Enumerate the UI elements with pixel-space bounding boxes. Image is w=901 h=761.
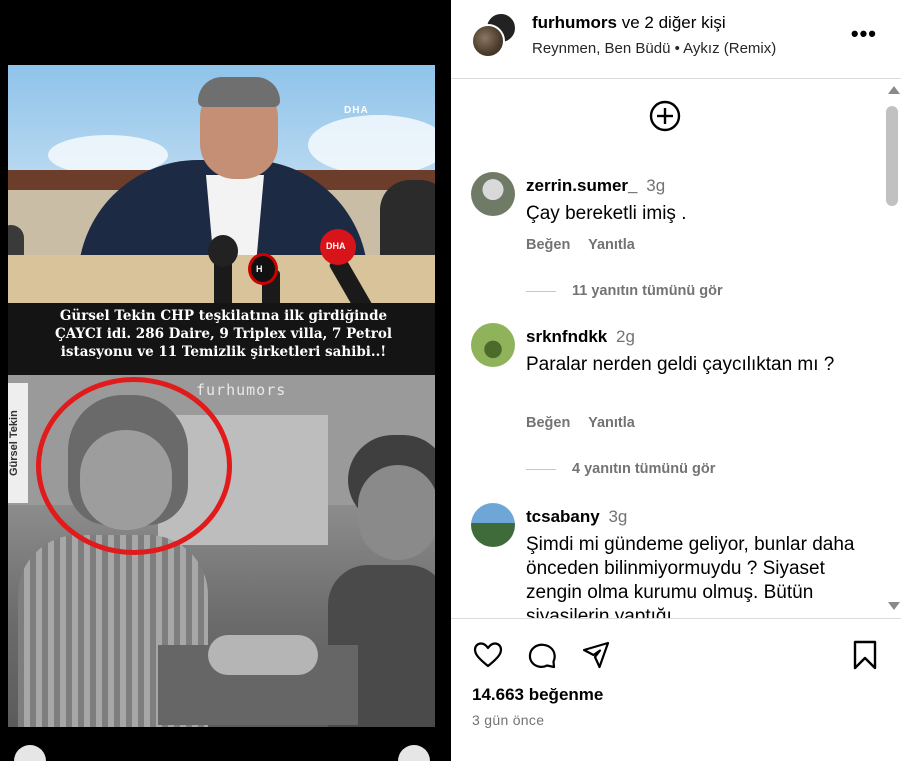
author-line: furhumors ve 2 diğer kişi xyxy=(532,13,726,33)
view-replies-button[interactable]: 4 yanıtın tümünü gör xyxy=(526,461,715,477)
carousel-prev-button[interactable] xyxy=(14,745,46,761)
caption-line: ÇAYCI idi. 286 Daire, 9 Triplex villa, 7… xyxy=(55,326,392,342)
bookmark-icon[interactable] xyxy=(849,639,881,671)
share-icon[interactable] xyxy=(580,639,612,671)
view-replies-label: 11 yanıtın tümünü gör xyxy=(572,283,723,299)
comments-scrollbar[interactable] xyxy=(883,80,901,618)
avatar[interactable] xyxy=(471,503,515,547)
post-caption-overlay: Gürsel Tekin CHP teşkilatına ilk girdiği… xyxy=(8,303,435,375)
comment-text: Şimdi mi gündeme geliyor, bunlar daha ön… xyxy=(526,534,855,618)
comment-text: Çay bereketli imiş . xyxy=(526,203,687,224)
caption-line: istasyonu ve 11 Temizlik şirketleri sahi… xyxy=(60,344,387,360)
post-date: 3 gün önce xyxy=(472,712,545,728)
view-replies-label: 4 yanıtın tümünü gör xyxy=(572,461,716,477)
comments-list: zerrin.sumer_ 3g Çay bereketli imiş . Be… xyxy=(451,80,883,618)
comment-text: Paralar nerden geldi çaycılıktan mı ? xyxy=(526,354,835,375)
scrollbar-thumb[interactable] xyxy=(886,106,898,206)
audio-label[interactable]: Reynmen, Ben Büdü • Aykız (Remix) xyxy=(532,40,776,57)
highlight-circle xyxy=(36,377,232,555)
author-avatars[interactable] xyxy=(471,12,519,60)
more-horizontal-icon[interactable]: ••• xyxy=(851,23,877,45)
channel-logo: DHA xyxy=(344,105,369,116)
post-action-bar: 14.663 beğenme 3 gün önce xyxy=(451,618,901,761)
comment-icon[interactable] xyxy=(526,639,558,671)
comment-username[interactable]: srknfndkk xyxy=(526,327,607,346)
watermark: furhumors xyxy=(196,381,287,399)
info-panel: furhumors ve 2 diğer kişi Reynmen, Ben B… xyxy=(451,0,901,761)
comment-item: srknfndkk 2g Paralar nerden geldi çaycıl… xyxy=(471,323,871,483)
comment-username[interactable]: tcsabany xyxy=(526,507,600,526)
heart-icon[interactable] xyxy=(472,639,504,671)
press-conference-photo: H DHA DHA xyxy=(8,65,435,303)
comment-time: 3g xyxy=(646,176,666,195)
like-comment-button[interactable]: Beğen xyxy=(526,237,570,253)
comment-header: tcsabany 3g xyxy=(526,507,627,527)
scroll-up-arrow-icon[interactable] xyxy=(888,86,900,94)
carousel-next-button[interactable] xyxy=(398,745,430,761)
comment-actions: Beğen Yanıtla xyxy=(526,237,649,253)
likes-count[interactable]: 14.663 beğenme xyxy=(472,685,603,705)
avatar[interactable] xyxy=(471,323,515,367)
caption-line: Gürsel Tekin CHP teşkilatına ilk girdiği… xyxy=(59,308,388,324)
avatar xyxy=(471,24,505,58)
comment-username[interactable]: zerrin.sumer_ xyxy=(526,176,638,195)
like-comment-button[interactable]: Beğen xyxy=(526,415,570,431)
comment-header: srknfndkk 2g xyxy=(526,327,635,347)
comment-item: tcsabany 3g Şimdi mi gündeme geliyor, bu… xyxy=(471,503,871,618)
media-panel: H DHA DHA Gürsel Tekin CHP teşkilatına i… xyxy=(0,0,451,761)
author-username[interactable]: furhumors xyxy=(532,13,617,32)
comment-actions: Beğen Yanıtla xyxy=(526,415,649,431)
post-header: furhumors ve 2 diğer kişi Reynmen, Ben B… xyxy=(451,0,901,79)
comment-time: 2g xyxy=(615,327,635,346)
comment-header: zerrin.sumer_ 3g xyxy=(526,176,665,196)
reply-comment-button[interactable]: Yanıtla xyxy=(588,237,635,253)
comment-time: 3g xyxy=(608,507,628,526)
reply-comment-button[interactable]: Yanıtla xyxy=(588,415,635,431)
view-replies-button[interactable]: 11 yanıtın tümünü gör xyxy=(526,283,723,299)
scroll-down-arrow-icon[interactable] xyxy=(888,602,900,610)
coauthors-label[interactable]: ve 2 diğer kişi xyxy=(622,13,726,32)
side-name-label: Gürsel Tekin xyxy=(8,383,28,503)
add-circle-icon[interactable] xyxy=(649,100,681,132)
avatar[interactable] xyxy=(471,172,515,216)
comment-item: zerrin.sumer_ 3g Çay bereketli imiş . Be… xyxy=(471,172,871,302)
post-image[interactable]: H DHA DHA Gürsel Tekin CHP teşkilatına i… xyxy=(8,65,435,727)
